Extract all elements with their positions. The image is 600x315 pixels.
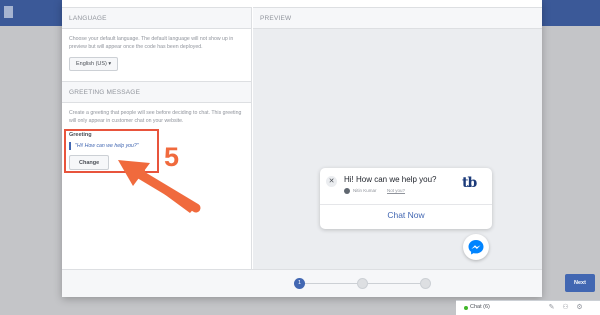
step-number-annotation: 5 (164, 142, 180, 172)
chat-bar[interactable]: Chat (6) ✎ ⚇ ⚙ (456, 300, 600, 315)
chat-bar-label: Chat (6) (470, 304, 490, 310)
gear-icon[interactable]: ⚙ (576, 304, 583, 311)
new-group-icon[interactable]: ⚇ (562, 304, 569, 311)
annotation-arrow-icon (118, 160, 201, 213)
online-status-icon (464, 306, 468, 310)
compose-icon[interactable]: ✎ (548, 304, 555, 311)
